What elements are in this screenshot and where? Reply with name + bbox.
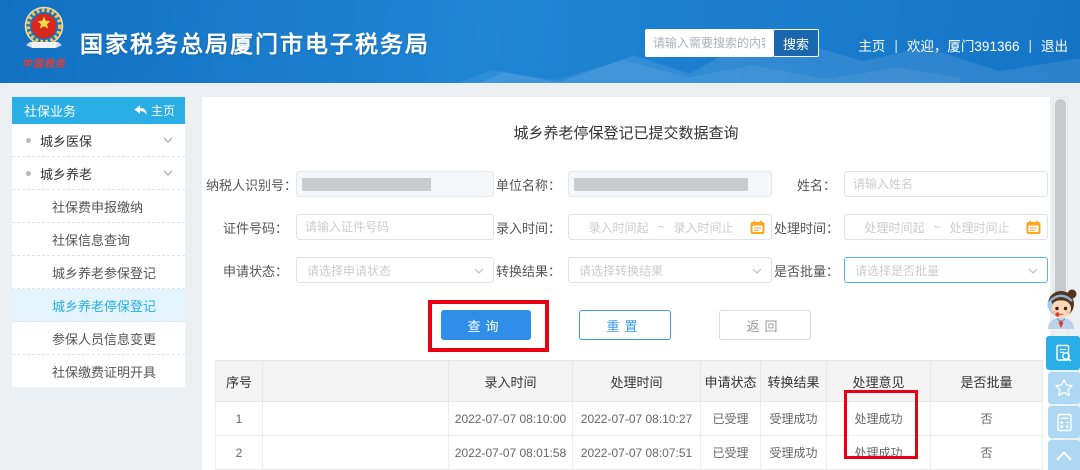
customer-service-avatar[interactable] — [1040, 287, 1080, 329]
chevron-down-icon — [752, 268, 762, 274]
header-search-button[interactable]: 搜索 — [773, 29, 819, 57]
bullet-icon — [26, 138, 31, 143]
calculator-tool[interactable] — [1048, 406, 1080, 438]
chevron-down-icon — [1028, 268, 1038, 274]
chevron-up-icon — [1054, 449, 1074, 463]
col-apply-status: 申请状态 — [701, 361, 761, 402]
sidebar-group-urban-medical[interactable]: 城乡医保 — [12, 124, 185, 157]
header-search-input[interactable] — [645, 29, 773, 57]
col-blank — [263, 361, 449, 402]
results-table: 序号 录入时间 处理时间 申请状态 转换结果 处理意见 是否批量 1 2022-… — [215, 360, 1043, 470]
sidebar-title: 社保业务 — [24, 101, 76, 120]
sidebar-group-urban-pension[interactable]: 城乡养老 — [12, 157, 185, 190]
entry-time-label: 录入时间： — [496, 218, 566, 237]
site-title: 国家税务总局厦门市电子税务局 — [80, 25, 430, 59]
favorite-star-tool[interactable] — [1048, 372, 1080, 404]
table-row: 2 2022-07-07 08:01:58 2022-07-07 08:07:5… — [216, 436, 1043, 470]
process-time-label: 处理时间： — [774, 218, 842, 237]
page-title: 城乡养老停保登记已提交数据查询 — [202, 122, 1050, 143]
cert-no-input[interactable] — [296, 214, 494, 240]
col-process-remark: 处理意见 — [827, 361, 931, 402]
calendar-icon[interactable] — [1026, 220, 1041, 235]
name-label: 姓名： — [774, 175, 842, 194]
table-header-row: 序号 录入时间 处理时间 申请状态 转换结果 处理意见 是否批量 — [216, 361, 1043, 402]
reply-arrow-icon — [134, 105, 147, 116]
chevron-down-icon — [474, 268, 484, 274]
redacted-value — [574, 178, 748, 191]
header-search: 搜索 — [645, 29, 819, 57]
apply-status-select[interactable]: 请选择申请状态 — [296, 257, 494, 283]
col-entry-time: 录入时间 — [449, 361, 573, 402]
query-form: 纳税人识别号： 单位名称： 姓名： 证件号码： 录入时间： 录入时间起 ~ 录入… — [206, 171, 1050, 283]
process-time-range[interactable]: 处理时间起 ~ 处理时间止 — [844, 214, 1048, 240]
document-search-icon — [1054, 344, 1073, 363]
sidebar-item-info-query[interactable]: 社保信息查询 — [12, 223, 185, 256]
logout-link[interactable]: 退出 — [1041, 35, 1068, 55]
is-batch-select[interactable]: 请选择是否批量 — [844, 257, 1048, 283]
table-row: 1 2022-07-07 08:10:00 2022-07-07 08:10:2… — [216, 402, 1043, 436]
sidebar-item-pension-stop-register[interactable]: 城乡养老停保登记 — [12, 289, 185, 322]
bullet-icon — [26, 171, 31, 176]
col-process-time: 处理时间 — [573, 361, 701, 402]
name-input[interactable] — [844, 171, 1048, 197]
tax-emblem-icon — [21, 5, 67, 53]
form-buttons: 查询 重置 返回 — [202, 310, 1050, 340]
reset-button[interactable]: 重置 — [579, 310, 671, 340]
chevron-down-icon — [163, 170, 173, 176]
top-header: 中国税务 国家税务总局厦门市电子税务局 搜索 主页 | 欢迎，厦门391366 … — [0, 0, 1080, 83]
taxpayer-id-label: 纳税人识别号： — [206, 175, 294, 194]
separator: | — [894, 38, 898, 53]
back-button[interactable]: 返回 — [719, 310, 811, 340]
sidebar: 社保业务 主页 城乡医保 城乡养老 社保费申报缴纳 社保信息查询 — [12, 97, 185, 387]
entry-time-range[interactable]: 录入时间起 ~ 录入时间止 — [568, 214, 772, 240]
floating-toolbar — [1044, 287, 1080, 470]
apply-status-label: 申请状态： — [206, 261, 294, 280]
screen: 中国税务 国家税务总局厦门市电子税务局 搜索 主页 | 欢迎，厦门391366 … — [0, 0, 1080, 470]
cert-no-label: 证件号码： — [206, 218, 294, 237]
sidebar-item-person-info-change[interactable]: 参保人员信息变更 — [12, 322, 185, 355]
query-button[interactable]: 查询 — [441, 310, 531, 340]
sidebar-item-fee-declare[interactable]: 社保费申报缴纳 — [12, 190, 185, 223]
unit-name-label: 单位名称： — [496, 175, 566, 194]
taxpayer-id-field — [296, 171, 494, 197]
nav-home-link[interactable]: 主页 — [858, 35, 885, 55]
sidebar-home-link[interactable]: 主页 — [134, 102, 175, 119]
main-panel: 城乡养老停保登记已提交数据查询 纳税人识别号： 单位名称： 姓名： 证件号码： … — [202, 97, 1050, 470]
document-search-tool[interactable] — [1046, 336, 1080, 370]
sidebar-item-payment-cert[interactable]: 社保缴费证明开具 — [12, 355, 185, 387]
logo-caption: 中国税务 — [16, 55, 72, 70]
tax-bureau-logo: 中国税务 — [16, 5, 72, 70]
header-links: 主页 | 欢迎，厦门391366 | 退出 — [858, 35, 1068, 55]
scrollbar-thumb[interactable] — [1055, 99, 1066, 305]
is-batch-label: 是否批量： — [774, 261, 842, 280]
back-to-top-tool[interactable] — [1048, 440, 1080, 470]
calendar-icon[interactable] — [750, 220, 765, 235]
redacted-value — [302, 178, 431, 191]
chevron-down-icon — [163, 137, 173, 143]
welcome-text: 欢迎，厦门391366 — [907, 35, 1020, 55]
convert-result-label: 转换结果： — [496, 261, 566, 280]
col-seq: 序号 — [216, 361, 263, 402]
sidebar-header: 社保业务 主页 — [12, 97, 185, 124]
star-icon — [1054, 378, 1074, 398]
unit-name-field — [568, 171, 772, 197]
col-is-batch: 是否批量 — [931, 361, 1043, 402]
calculator-icon — [1055, 413, 1074, 432]
separator: | — [1028, 38, 1032, 53]
col-convert-result: 转换结果 — [761, 361, 827, 402]
sidebar-item-pension-register[interactable]: 城乡养老参保登记 — [12, 256, 185, 289]
convert-result-select[interactable]: 请选择转换结果 — [568, 257, 772, 283]
